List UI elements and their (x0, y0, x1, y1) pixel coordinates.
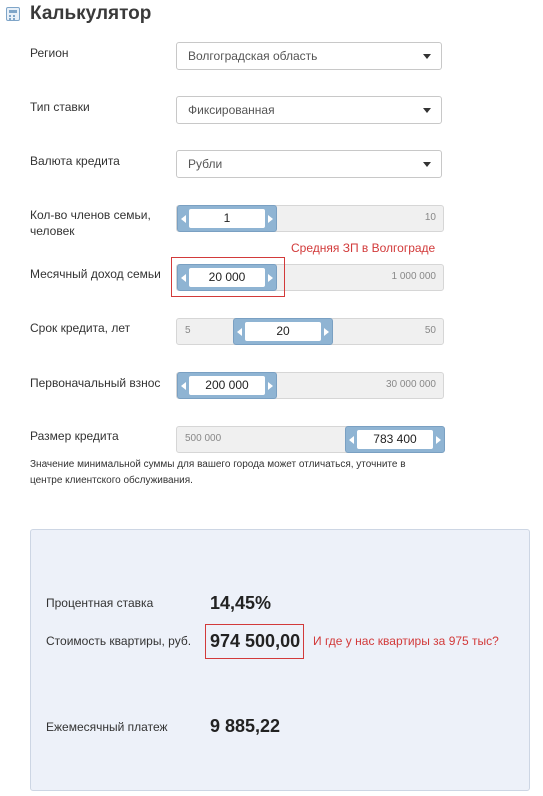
price-result-value: 974 500,00 (210, 631, 301, 651)
price-result-label: Стоимость квартиры, руб. (46, 634, 192, 648)
results-panel (30, 529, 530, 791)
term-handle[interactable]: 20 (233, 318, 333, 345)
rate-type-label: Тип ставки (30, 100, 90, 114)
arrow-left-icon[interactable] (349, 436, 354, 444)
arrow-right-icon[interactable] (268, 215, 273, 223)
arrow-left-icon[interactable] (237, 328, 242, 336)
family-max: 10 (424, 212, 436, 223)
rate-type-select[interactable]: Фиксированная (176, 96, 442, 124)
down-payment-value[interactable]: 200 000 (189, 376, 265, 395)
rate-type-value: Фиксированная (188, 103, 275, 117)
chevron-down-icon (423, 108, 431, 113)
loan-size-value[interactable]: 783 400 (357, 430, 433, 449)
rate-result-value: 14,45% (210, 593, 272, 613)
down-payment-slider[interactable]: 30 000 000 200 000 (176, 372, 444, 399)
term-label: Срок кредита, лет (30, 321, 131, 335)
region-value: Волгоградская область (188, 49, 318, 63)
loan-size-slider[interactable]: 500 000 783 400 (176, 426, 445, 453)
family-slider[interactable]: 10 1 (176, 205, 444, 232)
term-min: 5 (185, 325, 191, 336)
region-select[interactable]: Волгоградская область (176, 42, 442, 70)
page-title: Калькулятор (30, 3, 152, 24)
currency-label: Валюта кредита (30, 154, 120, 168)
currency-value: Рубли (188, 157, 223, 171)
price-annotation: И где у нас квартиры за 975 тыс? (313, 634, 499, 648)
currency-select[interactable]: Рубли (176, 150, 442, 178)
term-value[interactable]: 20 (245, 322, 321, 341)
chevron-down-icon (423, 162, 431, 167)
minimum-sum-note: Значение минимальной суммы для вашего го… (30, 459, 406, 486)
arrow-left-icon[interactable] (181, 215, 186, 223)
term-slider[interactable]: 5 50 20 (176, 318, 444, 345)
income-label: Месячный доход семьи (30, 267, 161, 281)
monthly-result-value: 9 885,22 (210, 716, 281, 736)
arrow-right-icon[interactable] (436, 436, 441, 444)
down-payment-max: 30 000 000 (385, 379, 436, 390)
term-max: 50 (424, 325, 436, 336)
family-label: Кол-во членов семьи, человек (30, 208, 151, 238)
arrow-left-icon[interactable] (181, 382, 186, 390)
arrow-right-icon[interactable] (324, 328, 329, 336)
family-handle[interactable]: 1 (177, 205, 277, 232)
loan-size-label: Размер кредита (30, 429, 119, 443)
loan-size-min: 500 000 (185, 433, 222, 444)
down-payment-handle[interactable]: 200 000 (177, 372, 277, 399)
arrow-right-icon[interactable] (268, 382, 273, 390)
loan-size-handle[interactable]: 783 400 (345, 426, 445, 453)
salary-annotation: Средняя ЗП в Волгограде (291, 241, 436, 255)
down-payment-label: Первоначальный взнос (30, 376, 161, 390)
monthly-result-label: Ежемесячный платеж (46, 720, 168, 734)
income-highlight (171, 257, 285, 297)
chevron-down-icon (423, 54, 431, 59)
income-max: 1 000 000 (391, 271, 437, 282)
calculator-icon (6, 7, 20, 21)
family-value[interactable]: 1 (189, 209, 265, 228)
region-label: Регион (30, 46, 69, 60)
rate-result-label: Процентная ставка (46, 596, 154, 610)
